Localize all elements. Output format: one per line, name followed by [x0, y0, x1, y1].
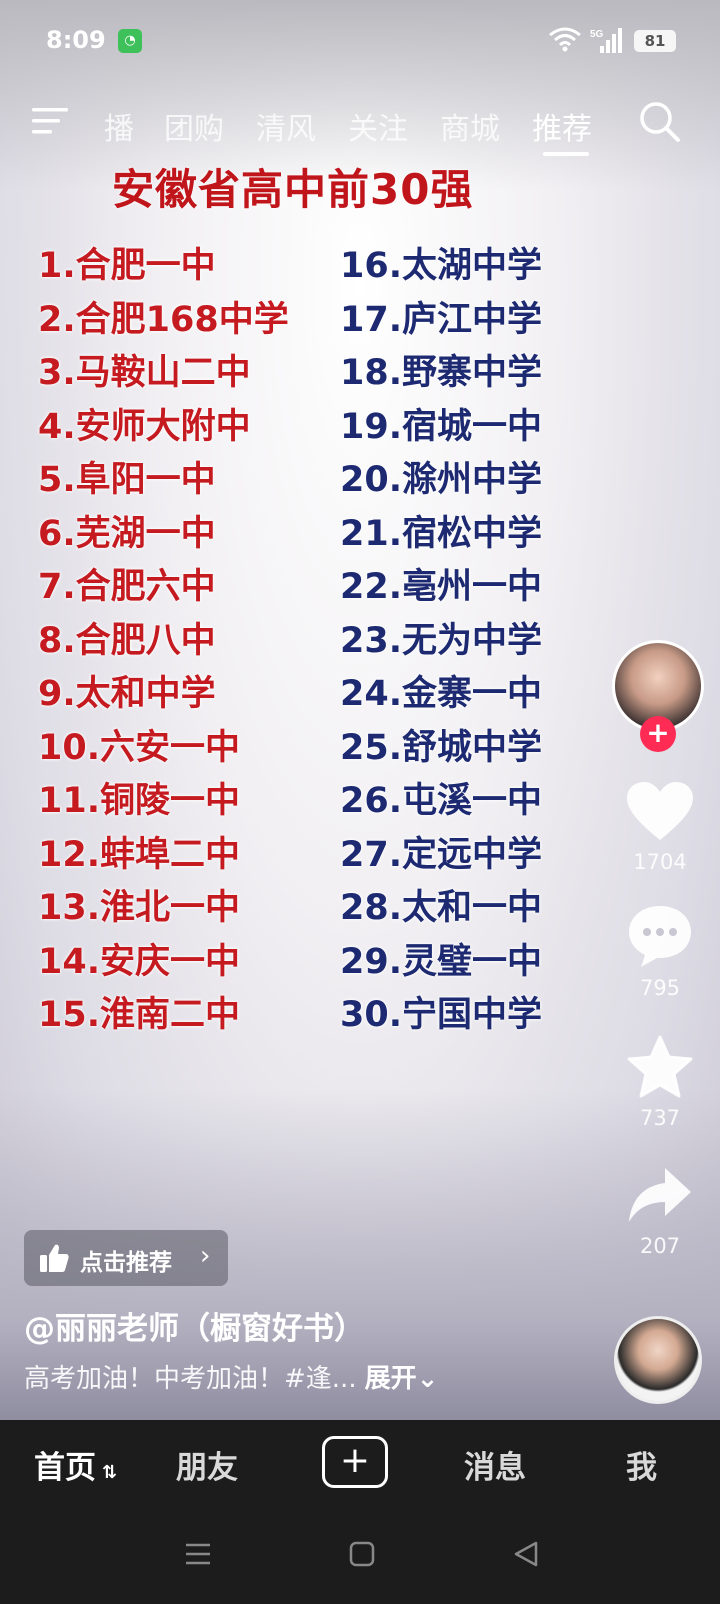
bottom-tab-bar: 首页 ⇅ 朋友 + 消息 我: [0, 1420, 720, 1510]
chevron-right-icon: ›: [200, 1241, 211, 1271]
share-button[interactable]: 207: [608, 1164, 712, 1258]
star-icon: [627, 1035, 693, 1098]
recommend-button[interactable]: 点击推荐 ›: [24, 1230, 228, 1286]
list-item: 1.合肥一中: [38, 246, 216, 286]
share-count: 207: [639, 1234, 681, 1258]
list-item: 15.淮南二中: [38, 995, 241, 1035]
list-item: 25.舒城中学: [340, 727, 543, 768]
list-item: 20.滁州中学: [340, 460, 543, 500]
list-item: 28.太和一中: [340, 888, 543, 928]
tab-messages[interactable]: 消息: [464, 1442, 526, 1487]
video-title: 安徽省高中前30强: [112, 165, 474, 214]
favorite-count: 737: [639, 1106, 681, 1130]
list-item: 16.太湖中学: [340, 246, 543, 286]
ranking-list-left: 1.合肥一中 2.合肥168中学 3.马鞍山二中 4.安师大附中 5.阜阳一中 …: [38, 240, 289, 1043]
wechat-notification-icon: ◔: [118, 29, 142, 53]
caption-text: 高考加油！中考加油！#逢...: [24, 1364, 357, 1394]
list-item: 27.定远中学: [340, 834, 543, 875]
recent-apps-icon[interactable]: [182, 1538, 214, 1570]
heart-icon: [627, 782, 693, 840]
comment-button[interactable]: 795: [608, 902, 712, 1000]
list-item: 11.铜陵一中: [38, 781, 241, 821]
list-item: 26.屯溪一中: [340, 781, 543, 821]
like-count: 1704: [633, 850, 687, 874]
favorite-button[interactable]: 737: [608, 1034, 712, 1130]
list-item: 29.灵璧一中: [340, 941, 543, 982]
recommend-label: 点击推荐: [80, 1250, 172, 1276]
tab-live[interactable]: 播: [104, 104, 134, 148]
expand-link[interactable]: 展开⌄: [365, 1364, 439, 1394]
status-time: 8:09: [46, 26, 106, 54]
list-item: 9.太和中学: [38, 674, 216, 714]
video-caption[interactable]: 高考加油！中考加油！#逢... 展开⌄: [24, 1358, 438, 1395]
tab-qingfeng[interactable]: 清风: [256, 104, 316, 148]
tab-recommended[interactable]: 推荐: [532, 104, 592, 148]
comment-count: 795: [639, 976, 681, 1000]
menu-icon[interactable]: [30, 104, 70, 138]
tab-group-buy[interactable]: 团购: [164, 104, 224, 148]
cellular-signal-icon: 5G: [590, 28, 622, 53]
follow-button[interactable]: +: [640, 716, 676, 752]
list-item: 21.宿松中学: [340, 513, 543, 554]
network-type-label: 5G: [590, 29, 604, 40]
like-button[interactable]: 1704: [608, 780, 712, 874]
list-item: 8.合肥八中: [38, 620, 216, 661]
search-icon[interactable]: [636, 98, 682, 144]
tab-me[interactable]: 我: [626, 1442, 657, 1487]
expand-label: 展开: [364, 1364, 417, 1394]
home-icon[interactable]: [346, 1538, 378, 1570]
wifi-icon: [549, 27, 581, 52]
comment-icon: [629, 906, 691, 967]
chevron-down-icon: ⌄: [416, 1364, 439, 1394]
list-item: 12.蚌埠二中: [38, 834, 241, 875]
list-item: 13.淮北一中: [38, 888, 241, 928]
list-item: 5.阜阳一中: [38, 460, 216, 500]
list-item: 3.马鞍山二中: [38, 353, 251, 393]
ranking-list-right: 16.太湖中学 17.庐江中学 18.野寨中学 19.宿城一中 20.滁州中学 …: [340, 240, 542, 1043]
top-navigation: 播 团购 清风 关注 商城 推荐: [0, 98, 720, 158]
list-item: 22.亳州一中: [340, 567, 543, 607]
status-bar: 8:09 ◔ 5G 81: [0, 0, 720, 80]
create-button[interactable]: +: [322, 1436, 388, 1488]
list-item: 17.庐江中学: [340, 299, 543, 340]
tab-following[interactable]: 关注: [348, 104, 408, 148]
back-icon[interactable]: [510, 1538, 542, 1570]
list-item: 30.宁国中学: [340, 995, 543, 1035]
list-item: 6.芜湖一中: [38, 513, 216, 554]
tab-home-label: 首页: [34, 1450, 96, 1486]
tab-friends[interactable]: 朋友: [176, 1442, 238, 1487]
list-item: 10.六安一中: [38, 727, 241, 768]
tab-home[interactable]: 首页 ⇅: [34, 1442, 117, 1487]
battery-indicator: 81: [634, 30, 676, 52]
list-item: 23.无为中学: [340, 620, 543, 661]
tab-mall[interactable]: 商城: [440, 104, 500, 148]
list-item: 24.金寨一中: [340, 674, 543, 714]
system-navigation-bar: [0, 1510, 720, 1604]
active-tab-indicator: [543, 152, 589, 156]
share-icon: [629, 1168, 691, 1222]
list-item: 7.合肥六中: [38, 567, 216, 607]
list-item: 4.安师大附中: [38, 406, 251, 447]
list-item: 19.宿城一中: [340, 406, 543, 447]
music-disc-avatar[interactable]: [614, 1316, 702, 1404]
list-item: 2.合肥168中学: [38, 299, 289, 340]
list-item: 14.安庆一中: [38, 941, 241, 982]
thumbs-up-icon: [40, 1244, 69, 1272]
author-name[interactable]: @丽丽老师（橱窗好书）: [24, 1303, 365, 1348]
swap-arrows-icon: ⇅: [102, 1462, 118, 1483]
list-item: 18.野寨中学: [340, 353, 543, 393]
